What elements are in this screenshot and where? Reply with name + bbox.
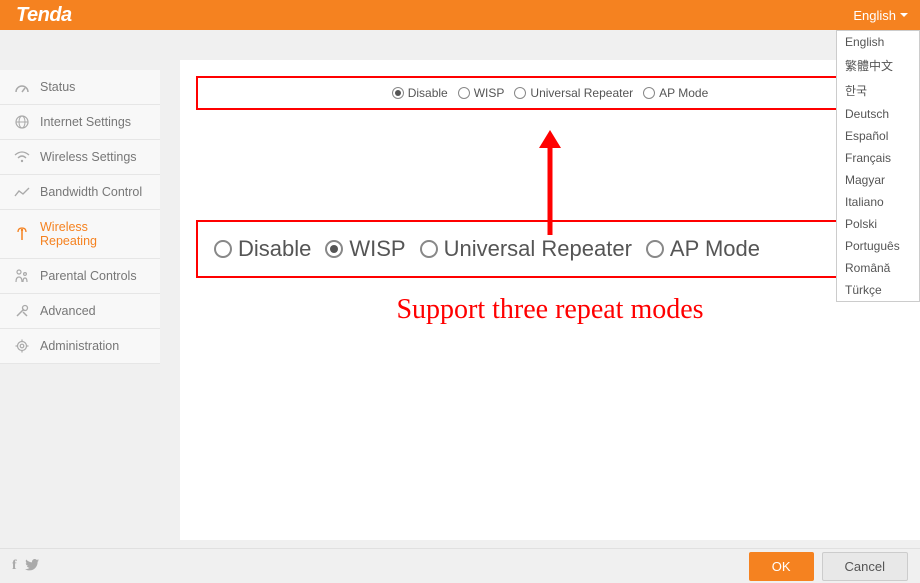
sidebar-item-label: Advanced bbox=[40, 304, 96, 318]
antenna-icon bbox=[14, 227, 30, 241]
facebook-icon[interactable]: f bbox=[12, 558, 17, 574]
lang-option[interactable]: Deutsch bbox=[837, 103, 919, 125]
lang-option[interactable]: English bbox=[837, 31, 919, 53]
radio-icon bbox=[458, 87, 470, 99]
sidebar-item-label: Status bbox=[40, 80, 75, 94]
chart-icon bbox=[14, 185, 30, 199]
radio-option-disable[interactable]: Disable bbox=[392, 86, 448, 100]
sidebar-item-label: Bandwidth Control bbox=[40, 185, 142, 199]
sidebar-item-status[interactable]: Status bbox=[0, 70, 160, 105]
globe-icon bbox=[14, 115, 30, 129]
app-header: Tenda English bbox=[0, 0, 920, 30]
radio-option-universal-repeater-large[interactable]: Universal Repeater bbox=[420, 236, 632, 262]
cancel-button[interactable]: Cancel bbox=[822, 552, 908, 581]
gauge-icon bbox=[14, 80, 30, 94]
lang-option[interactable]: Español bbox=[837, 125, 919, 147]
lang-option[interactable]: Português bbox=[837, 235, 919, 257]
radio-icon bbox=[325, 240, 343, 258]
sidebar-item-parental-controls[interactable]: Parental Controls bbox=[0, 259, 160, 294]
radio-label: Disable bbox=[238, 236, 311, 262]
annotation-caption: Support three repeat modes bbox=[180, 294, 920, 326]
language-selector[interactable]: English bbox=[853, 8, 908, 23]
radio-icon bbox=[420, 240, 438, 258]
radio-label: Disable bbox=[408, 86, 448, 100]
footer: f OK Cancel bbox=[0, 548, 920, 583]
lang-option[interactable]: 繁體中文 bbox=[837, 53, 919, 78]
lang-option[interactable]: Română bbox=[837, 257, 919, 279]
lang-option[interactable]: Türkçe bbox=[837, 279, 919, 301]
lang-option[interactable]: Français bbox=[837, 147, 919, 169]
lang-option[interactable]: 한국 bbox=[837, 78, 919, 103]
lang-option[interactable]: Italiano bbox=[837, 191, 919, 213]
radio-icon bbox=[643, 87, 655, 99]
sidebar-item-label: Administration bbox=[40, 339, 119, 353]
radio-icon bbox=[646, 240, 664, 258]
sidebar: Status Internet Settings Wireless Settin… bbox=[0, 30, 160, 548]
lang-option[interactable]: Polski bbox=[837, 213, 919, 235]
sidebar-item-administration[interactable]: Administration bbox=[0, 329, 160, 364]
logo: Tenda bbox=[16, 4, 72, 27]
footer-buttons: OK Cancel bbox=[749, 552, 908, 581]
caret-down-icon bbox=[900, 13, 908, 17]
radio-label: AP Mode bbox=[670, 236, 760, 262]
content-panel: Disable WISP Universal Repeater AP Mode … bbox=[180, 60, 920, 540]
sidebar-item-advanced[interactable]: Advanced bbox=[0, 294, 160, 329]
sidebar-item-wireless-repeating[interactable]: Wireless Repeating bbox=[0, 210, 160, 259]
radio-label: WISP bbox=[349, 236, 405, 262]
twitter-icon[interactable] bbox=[25, 558, 39, 574]
sidebar-item-internet-settings[interactable]: Internet Settings bbox=[0, 105, 160, 140]
sidebar-item-label: Internet Settings bbox=[40, 115, 131, 129]
social-links: f bbox=[12, 558, 39, 574]
radio-option-wisp-large[interactable]: WISP bbox=[325, 236, 405, 262]
tools-icon bbox=[14, 304, 30, 318]
wifi-icon bbox=[14, 150, 30, 164]
ok-button[interactable]: OK bbox=[749, 552, 814, 581]
radio-option-universal-repeater[interactable]: Universal Repeater bbox=[514, 86, 633, 100]
radio-label: Universal Repeater bbox=[444, 236, 632, 262]
family-icon bbox=[14, 269, 30, 283]
mode-radio-group-large: Disable WISP Universal Repeater AP Mode bbox=[196, 220, 904, 278]
current-language-label: English bbox=[853, 8, 896, 23]
radio-label: Universal Repeater bbox=[530, 86, 633, 100]
sidebar-item-label: Wireless Settings bbox=[40, 150, 137, 164]
radio-option-ap-mode-large[interactable]: AP Mode bbox=[646, 236, 760, 262]
gear-icon bbox=[14, 339, 30, 353]
lang-option[interactable]: Magyar bbox=[837, 169, 919, 191]
radio-label: WISP bbox=[474, 86, 505, 100]
radio-icon bbox=[392, 87, 404, 99]
radio-icon bbox=[214, 240, 232, 258]
radio-option-ap-mode[interactable]: AP Mode bbox=[643, 86, 708, 100]
sidebar-item-label: Parental Controls bbox=[40, 269, 137, 283]
main-content: Disable WISP Universal Repeater AP Mode … bbox=[160, 30, 920, 548]
radio-option-disable-large[interactable]: Disable bbox=[214, 236, 311, 262]
radio-option-wisp[interactable]: WISP bbox=[458, 86, 505, 100]
sidebar-item-wireless-settings[interactable]: Wireless Settings bbox=[0, 140, 160, 175]
sidebar-item-bandwidth-control[interactable]: Bandwidth Control bbox=[0, 175, 160, 210]
language-dropdown: English 繁體中文 한국 Deutsch Español Français… bbox=[836, 30, 920, 302]
radio-icon bbox=[514, 87, 526, 99]
mode-radio-group-small: Disable WISP Universal Repeater AP Mode bbox=[196, 76, 904, 110]
sidebar-item-label: Wireless Repeating bbox=[40, 220, 146, 248]
radio-label: AP Mode bbox=[659, 86, 708, 100]
